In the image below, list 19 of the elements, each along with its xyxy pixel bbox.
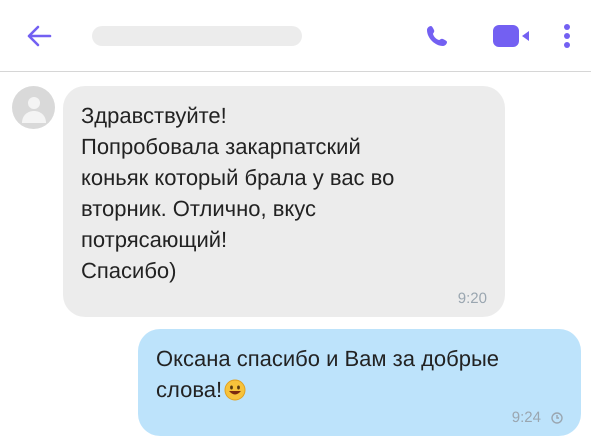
- message-text: вторник. Отлично, вкус: [81, 195, 318, 223]
- message-text: коньяк который брала у вас во: [81, 164, 396, 192]
- message-text: Спасибо): [81, 257, 178, 285]
- message-text: слова!: [156, 374, 563, 405]
- more-options-button[interactable]: [563, 24, 571, 48]
- message-time: 9:20: [458, 290, 487, 307]
- video-camera-icon: [493, 24, 529, 46]
- message-text: Попробовала закарпатский: [81, 133, 362, 161]
- phone-icon: [425, 24, 449, 48]
- message-time: 9:24: [512, 409, 541, 426]
- message-text: потрясающий!: [81, 226, 228, 254]
- back-button[interactable]: [26, 24, 52, 46]
- call-button[interactable]: [425, 24, 449, 48]
- message-text: Оксана спасибо и Вам за добрые: [156, 345, 500, 373]
- more-options-icon: [563, 24, 571, 48]
- message-text: Здравствуйте!: [81, 102, 228, 130]
- avatar: [12, 86, 55, 129]
- video-call-button[interactable]: [493, 24, 529, 46]
- back-arrow-icon: [26, 24, 52, 46]
